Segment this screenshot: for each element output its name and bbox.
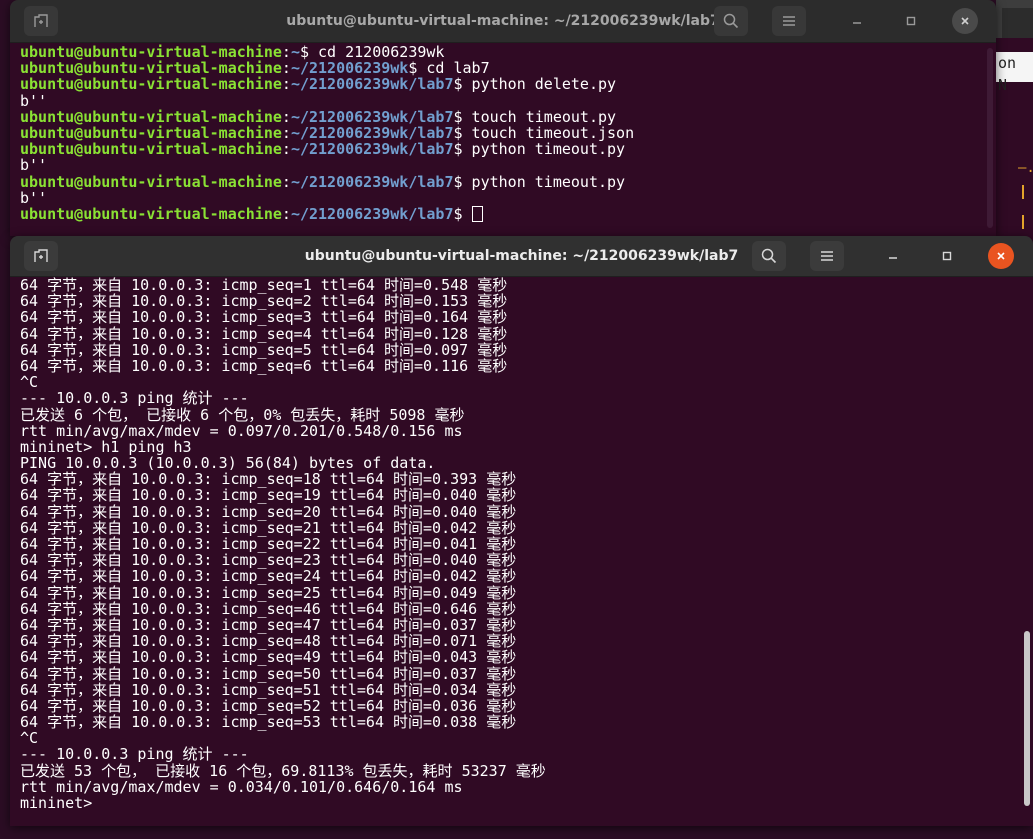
terminal-line: 64 字节，来自 10.0.0.3: icmp_seq=23 ttl=64 时间… (20, 551, 517, 570)
terminal-line: 64 字节，来自 10.0.0.3: icmp_seq=3 ttl=64 时间=… (20, 308, 508, 327)
terminal-line: 已发送 6 个包， 已接收 6 个包，0% 包丢失，耗时 5098 毫秒 (20, 405, 465, 424)
command-text: $ python timeout.py (453, 140, 626, 159)
prompt-path: ~/212006239wk/lab7 (290, 204, 454, 223)
close-icon (997, 252, 1005, 260)
prompt-user: ubuntu@ubuntu-virtual-machine (20, 75, 282, 94)
minimize-button[interactable] (880, 243, 906, 269)
new-tab-button[interactable] (24, 241, 58, 271)
terminal-line: b'' (20, 190, 996, 206)
terminal-line: ubuntu@ubuntu-virtual-machine:~/21200623… (20, 109, 996, 125)
close-button[interactable] (952, 8, 978, 34)
terminal-line: ^C (20, 373, 39, 392)
terminal-line: ubuntu@ubuntu-virtual-machine:~/21200623… (20, 76, 996, 92)
terminal-line: ubuntu@ubuntu-virtual-machine:~/21200623… (20, 172, 996, 191)
minimize-icon (889, 257, 897, 259)
right-window-titlebar (996, 0, 1033, 38)
terminal-line: 64 字节，来自 10.0.0.3: icmp_seq=48 ttl=64 时间… (20, 632, 517, 651)
right-window-fragment[interactable]: on N —. (996, 0, 1033, 240)
prompt-separator: : (281, 75, 291, 94)
terminal-output[interactable]: 64 字节，来自 10.0.0.3: icmp_seq=1 ttl=64 时间=… (10, 277, 1033, 826)
right-window-dash: —. (1018, 160, 1033, 176)
command-text: $ python delete.py (453, 75, 617, 94)
terminal-line: 64 字节，来自 10.0.0.3: icmp_seq=52 ttl=64 时间… (20, 696, 517, 715)
terminal-line: 64 字节，来自 10.0.0.3: icmp_seq=47 ttl=64 时间… (20, 615, 517, 634)
terminal-line: mininet> (20, 794, 93, 812)
terminal-line: ubuntu@ubuntu-virtual-machine:~/21200623… (20, 125, 996, 141)
terminal-line: mininet> h1 ping h3 (20, 437, 192, 456)
text-cursor (471, 205, 483, 222)
new-tab-icon (34, 14, 48, 27)
terminal-output[interactable]: ubuntu@ubuntu-virtual-machine:~$ cd 2120… (10, 44, 996, 236)
right-window-text: on N (996, 52, 1033, 94)
terminal-line: 64 字节，来自 10.0.0.3: icmp_seq=49 ttl=64 时间… (20, 648, 517, 667)
maximize-button[interactable] (934, 243, 960, 269)
terminal-line: ^C (20, 729, 39, 748)
new-tab-button[interactable] (24, 6, 58, 36)
maximize-button[interactable] (898, 8, 924, 34)
close-button[interactable] (988, 243, 1014, 269)
scrollbar[interactable] (987, 48, 993, 228)
terminal-line: 64 字节，来自 10.0.0.3: icmp_seq=20 ttl=64 时间… (20, 502, 517, 521)
terminal-line: 64 字节，来自 10.0.0.3: icmp_seq=19 ttl=64 时间… (20, 486, 517, 505)
minimize-button[interactable] (844, 8, 870, 34)
minimize-icon (853, 22, 861, 24)
terminal-line: 64 字节，来自 10.0.0.3: icmp_seq=24 ttl=64 时间… (20, 567, 517, 586)
menu-icon (783, 16, 795, 26)
terminal-line: ubuntu@ubuntu-virtual-machine:~/21200623… (20, 206, 996, 222)
prompt-user: ubuntu@ubuntu-virtual-machine (20, 204, 282, 223)
terminal-line: 64 字节，来自 10.0.0.3: icmp_seq=21 ttl=64 时间… (20, 518, 517, 537)
new-tab-icon (34, 249, 48, 262)
command-text: $ python timeout.py (453, 172, 626, 191)
terminal-line: ubuntu@ubuntu-virtual-machine:~$ cd 2120… (20, 44, 996, 60)
terminal-line: 64 字节，来自 10.0.0.3: icmp_seq=18 ttl=64 时间… (20, 470, 517, 489)
menu-button[interactable] (810, 241, 844, 271)
prompt-path: ~/212006239wk/lab7 (290, 75, 454, 94)
terminal-line: 64 字节，来自 10.0.0.3: icmp_seq=22 ttl=64 时间… (20, 535, 517, 553)
terminal-line: b'' (20, 92, 996, 109)
terminal-line: 已发送 53 个包， 已接收 16 个包，69.8113% 包丢失，耗时 532… (20, 761, 546, 780)
terminal-line: --- 10.0.0.3 ping 统计 --- (20, 389, 249, 408)
maximize-icon (906, 16, 916, 26)
terminal-line: rtt min/avg/max/mdev = 0.097/0.201/0.548… (20, 421, 463, 440)
terminal-line: 64 字节，来自 10.0.0.3: icmp_seq=51 ttl=64 时间… (20, 680, 517, 699)
search-button[interactable] (714, 6, 748, 36)
terminal-line: rtt min/avg/max/mdev = 0.034/0.101/0.646… (20, 777, 463, 796)
terminal-line: 64 字节，来自 10.0.0.3: icmp_seq=25 ttl=64 时间… (20, 583, 517, 602)
search-icon (761, 248, 777, 264)
terminal-window-background[interactable]: ubuntu@ubuntu-virtual-machine: ~/2120062… (10, 0, 996, 236)
close-icon (961, 17, 969, 25)
titlebar[interactable]: ubuntu@ubuntu-virtual-machine: ~/2120062… (10, 0, 996, 43)
terminal-line: b'' (20, 157, 996, 173)
terminal-line: ubuntu@ubuntu-virtual-machine:~/21200623… (20, 60, 996, 76)
maximize-icon (942, 251, 952, 261)
terminal-window-foreground[interactable]: ubuntu@ubuntu-virtual-machine: ~/2120062… (10, 236, 1033, 826)
terminal-line: 64 字节，来自 10.0.0.3: icmp_seq=6 ttl=64 时间=… (20, 356, 508, 375)
prompt-separator: : (281, 204, 291, 223)
scrollbar-thumb[interactable] (1024, 631, 1030, 806)
right-window-mark (1022, 185, 1024, 199)
prompt-user: ubuntu@ubuntu-virtual-machine (20, 172, 282, 191)
titlebar[interactable]: ubuntu@ubuntu-virtual-machine: ~/2120062… (10, 236, 1033, 277)
terminal-line: 64 字节，来自 10.0.0.3: icmp_seq=2 ttl=64 时间=… (20, 292, 508, 311)
prompt-path: ~/212006239wk/lab7 (290, 172, 454, 191)
terminal-line: ubuntu@ubuntu-virtual-machine:~/21200623… (20, 141, 996, 157)
search-icon (723, 13, 739, 29)
terminal-line: 64 字节，来自 10.0.0.3: icmp_seq=1 ttl=64 时间=… (20, 277, 508, 294)
search-button[interactable] (752, 241, 786, 271)
terminal-line: --- 10.0.0.3 ping 统计 --- (20, 745, 249, 764)
prompt-separator: : (281, 172, 291, 191)
terminal-line: 64 字节，来自 10.0.0.3: icmp_seq=50 ttl=64 时间… (20, 664, 517, 683)
prompt-path: ~/212006239wk/lab7 (290, 140, 454, 159)
terminal-line: 64 字节，来自 10.0.0.3: icmp_seq=53 ttl=64 时间… (20, 713, 517, 732)
terminal-line: PING 10.0.0.3 (10.0.0.3) 56(84) bytes of… (20, 454, 436, 473)
terminal-line: 64 字节，来自 10.0.0.3: icmp_seq=5 ttl=64 时间=… (20, 340, 508, 359)
prompt-user: ubuntu@ubuntu-virtual-machine (20, 140, 282, 159)
terminal-line: 64 字节，来自 10.0.0.3: icmp_seq=46 ttl=64 时间… (20, 599, 517, 618)
terminal-line: 64 字节，来自 10.0.0.3: icmp_seq=4 ttl=64 时间=… (20, 324, 508, 343)
menu-button[interactable] (772, 6, 806, 36)
right-window-mark (1022, 215, 1024, 229)
menu-icon (821, 251, 833, 261)
prompt-separator: : (281, 140, 291, 159)
command-text: $ (453, 204, 472, 223)
